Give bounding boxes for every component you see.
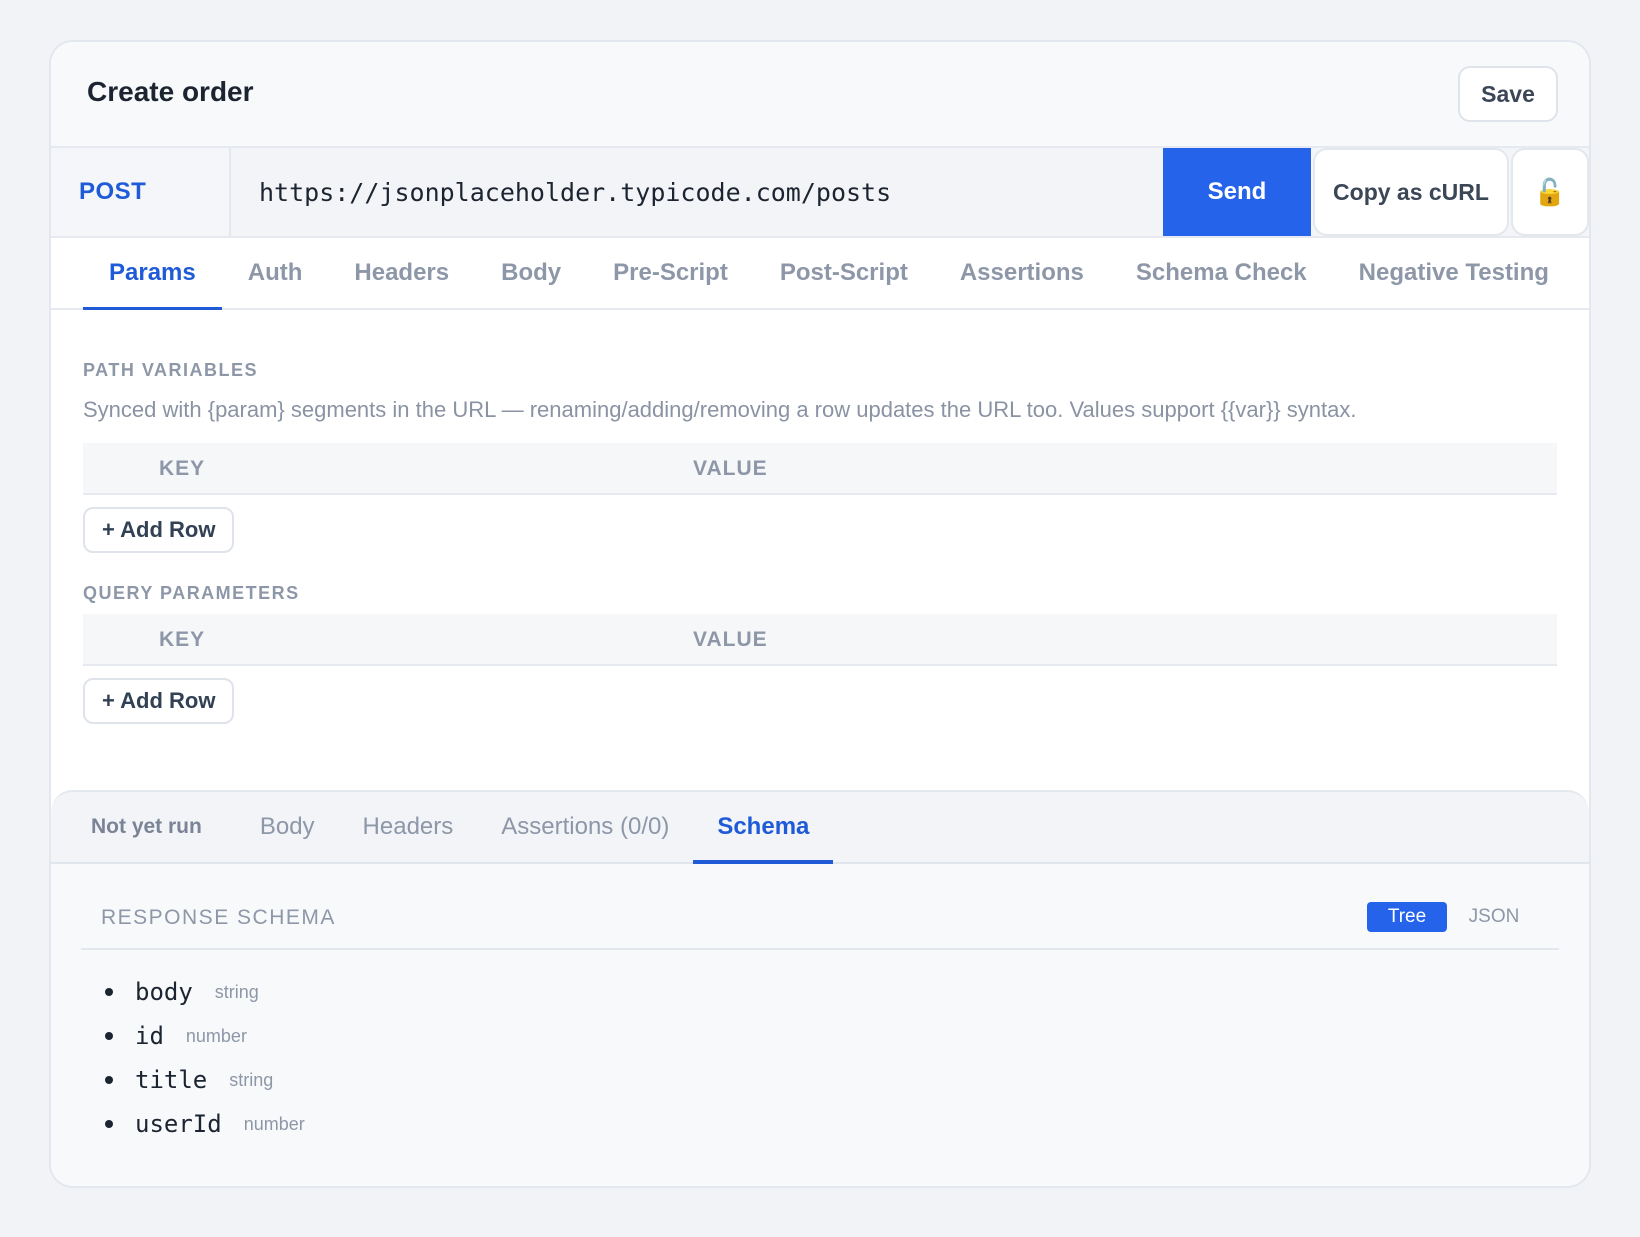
json-view-toggle[interactable]: JSON [1459, 902, 1529, 932]
field-name: title [135, 1066, 208, 1094]
tab-pre-script[interactable]: Pre-Script [587, 238, 754, 308]
send-button[interactable]: Send [1163, 148, 1311, 236]
response-tab-body[interactable]: Body [236, 792, 339, 862]
value-column-header: VALUE [693, 457, 768, 480]
schema-field: body string [105, 970, 1589, 1014]
tab-post-script[interactable]: Post-Script [754, 238, 934, 308]
request-tabs: Params Auth Headers Body Pre-Script Post… [51, 238, 1589, 310]
query-parameters-label: QUERY PARAMETERS [83, 583, 300, 603]
copy-curl-button[interactable]: Copy as cURL [1313, 148, 1509, 236]
request-header: Create order Save [51, 42, 1589, 148]
key-column-header: KEY [159, 628, 206, 651]
tree-view-toggle[interactable]: Tree [1367, 902, 1447, 932]
path-variables-table: KEY VALUE [83, 443, 1557, 495]
field-type: number [243, 1113, 305, 1134]
key-column-header: KEY [159, 457, 206, 480]
params-panel: PATH VARIABLES Synced with {param} segme… [51, 310, 1589, 788]
query-parameters-table: KEY VALUE [83, 614, 1557, 666]
schema-header: RESPONSE SCHEMA Tree JSON [81, 894, 1559, 950]
page-title: Create order [87, 76, 254, 107]
field-name: id [135, 1022, 164, 1050]
schema-field: title string [105, 1058, 1589, 1102]
response-tab-schema[interactable]: Schema [693, 792, 834, 864]
tab-schema-check[interactable]: Schema Check [1110, 238, 1333, 308]
tab-params[interactable]: Params [83, 238, 222, 310]
run-status: Not yet run [91, 815, 202, 838]
response-tab-assertions[interactable]: Assertions (0/0) [477, 792, 693, 862]
add-query-row-button[interactable]: + Add Row [83, 678, 235, 724]
bullet-icon [105, 1076, 113, 1084]
field-type: string [229, 1069, 274, 1090]
field-type: number [185, 1025, 247, 1046]
add-path-row-button[interactable]: + Add Row [83, 507, 235, 553]
field-name: body [135, 978, 193, 1006]
bullet-icon [105, 988, 113, 996]
path-variables-help: Synced with {param} segments in the URL … [83, 397, 1357, 422]
lock-open-icon[interactable]: 🔓 [1511, 148, 1589, 236]
schema-field: id number [105, 1014, 1589, 1058]
bullet-icon [105, 1120, 113, 1128]
field-name: userId [135, 1110, 222, 1138]
response-panel: Not yet run Body Headers Assertions (0/0… [51, 790, 1589, 1186]
tab-body[interactable]: Body [475, 238, 587, 308]
url-bar: POST Send Copy as cURL 🔓 [51, 148, 1589, 238]
tab-assertions[interactable]: Assertions [934, 238, 1110, 308]
tab-auth[interactable]: Auth [222, 238, 329, 308]
field-type: string [214, 981, 259, 1002]
value-column-header: VALUE [693, 628, 768, 651]
bullet-icon [105, 1032, 113, 1040]
tab-headers[interactable]: Headers [328, 238, 475, 308]
response-schema-title: RESPONSE SCHEMA [101, 906, 336, 929]
schema-field: userId number [105, 1102, 1589, 1146]
path-variables-label: PATH VARIABLES [83, 360, 259, 380]
request-card: Create order Save POST Send Copy as cURL… [49, 40, 1591, 1188]
tab-negative-testing[interactable]: Negative Testing [1333, 238, 1575, 308]
url-input[interactable] [231, 148, 1163, 236]
method-selector[interactable]: POST [51, 148, 231, 236]
save-button[interactable]: Save [1458, 66, 1558, 122]
schema-field-list: body string id number title string userI… [105, 970, 1589, 1146]
response-tabs: Not yet run Body Headers Assertions (0/0… [51, 792, 1589, 864]
response-tab-headers[interactable]: Headers [339, 792, 478, 862]
